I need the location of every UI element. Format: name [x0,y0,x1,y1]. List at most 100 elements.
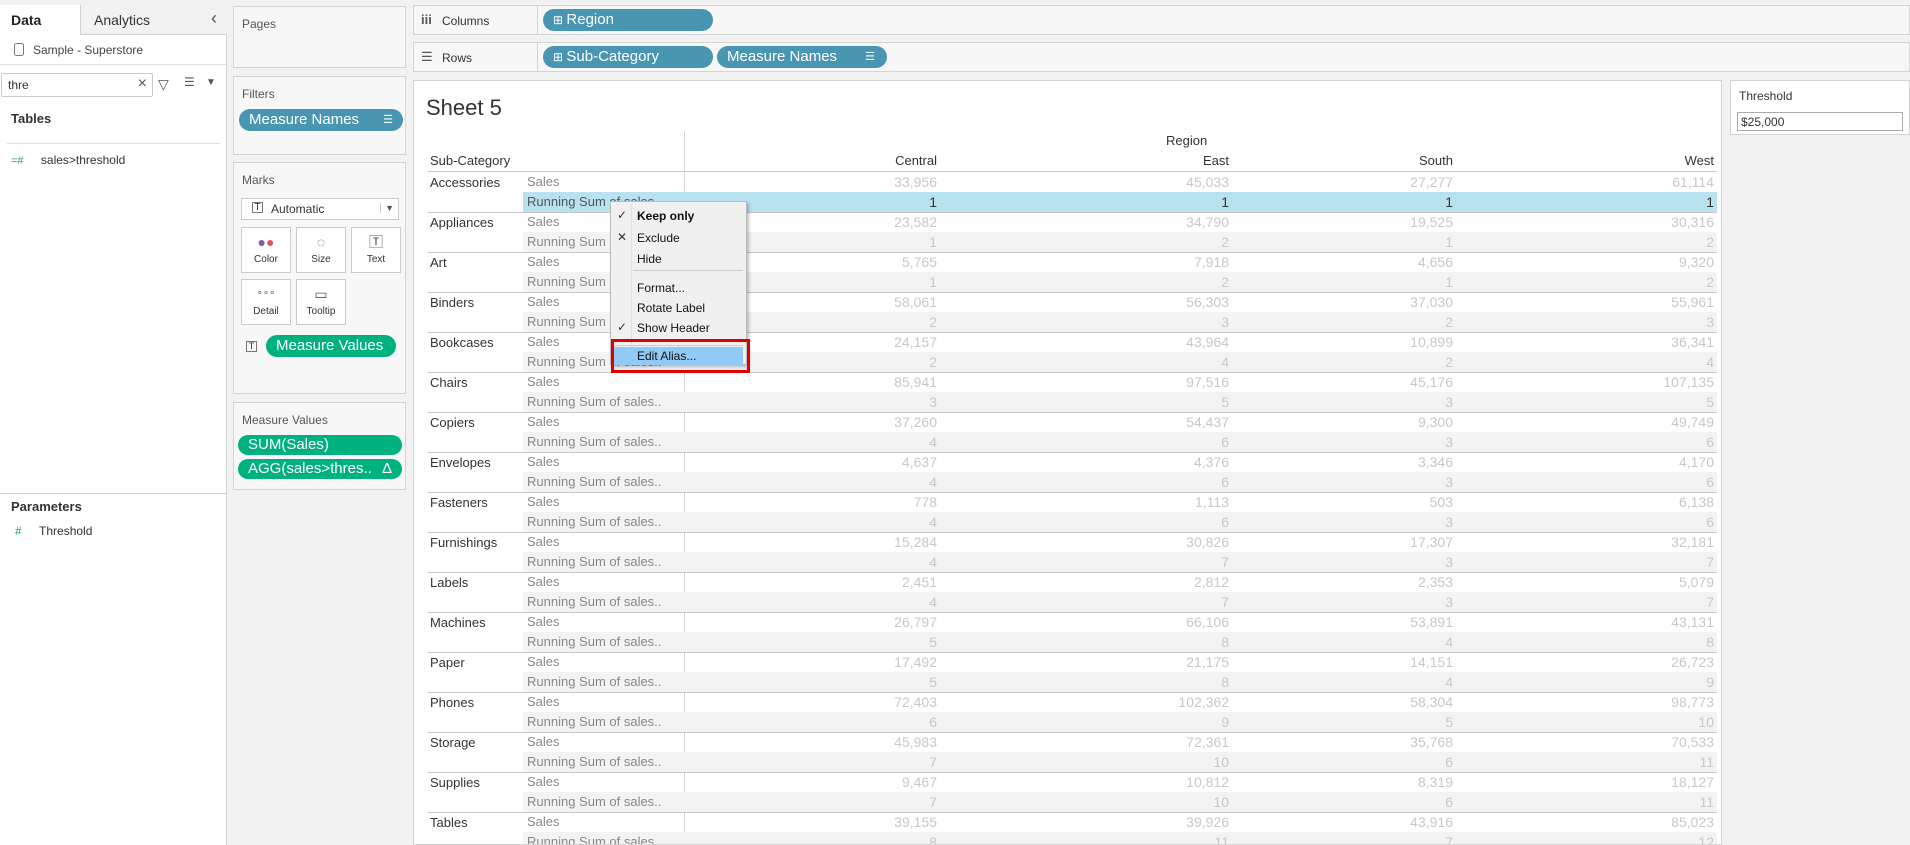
column-header-title[interactable]: Region [1166,133,1207,148]
running-sum-value[interactable]: 2 [1029,272,1229,292]
sales-value[interactable]: 19,525 [1253,212,1453,232]
sales-value[interactable]: 23,582 [737,212,937,232]
running-sum-value[interactable]: 12 [1514,832,1714,844]
sales-value[interactable]: 33,956 [737,172,937,192]
sales-value[interactable]: 778 [737,492,937,512]
running-sum-value[interactable]: 2 [1253,312,1453,332]
running-sum-value[interactable]: 3 [1514,312,1714,332]
region-header-east[interactable]: East [1029,151,1229,171]
sales-value[interactable]: 21,175 [1029,652,1229,672]
running-sum-value[interactable]: 1 [1253,232,1453,252]
sales-value[interactable]: 39,926 [1029,812,1229,832]
sales-value[interactable]: 58,304 [1253,692,1453,712]
running-sum-value[interactable]: 6 [1029,512,1229,532]
view-list-icon[interactable]: ☰ [184,75,195,89]
sales-value[interactable]: 27,277 [1253,172,1453,192]
running-sum-value[interactable]: 7 [1029,592,1229,612]
running-sum-value[interactable]: 2 [1514,272,1714,292]
region-header-west[interactable]: West [1514,151,1714,171]
running-sum-value[interactable]: 9 [1514,672,1714,692]
running-sum-value[interactable]: 11 [1514,792,1714,812]
running-sum-value[interactable]: 4 [1253,672,1453,692]
category-label[interactable]: Fasteners [430,493,488,513]
running-sum-value[interactable]: 3 [1253,432,1453,452]
sales-value[interactable]: 36,341 [1514,332,1714,352]
running-sum-value[interactable]: 6 [1514,512,1714,532]
rows-pill-measure-names[interactable]: Measure Names ☰ [717,46,887,68]
running-sum-value[interactable]: 4 [737,592,937,612]
running-sum-value[interactable]: 11 [1029,832,1229,844]
sales-value[interactable]: 2,812 [1029,572,1229,592]
running-sum-value[interactable]: 2 [737,352,937,372]
measure-name-label[interactable]: Sales [527,452,682,472]
running-sum-value[interactable]: 2 [1029,232,1229,252]
running-sum-value[interactable]: 2 [737,312,937,332]
running-sum-value[interactable]: 4 [1514,352,1714,372]
running-sum-value[interactable]: 7 [1514,592,1714,612]
running-sum-value[interactable]: 3 [1253,552,1453,572]
category-label[interactable]: Bookcases [430,333,494,353]
running-sum-value[interactable]: 10 [1029,752,1229,772]
sales-value[interactable]: 37,030 [1253,292,1453,312]
running-sum-value[interactable]: 3 [1253,512,1453,532]
category-label[interactable]: Tables [430,813,468,833]
category-label[interactable]: Supplies [430,773,480,793]
sales-value[interactable]: 9,320 [1514,252,1714,272]
category-label[interactable]: Binders [430,293,474,313]
sales-value[interactable]: 56,303 [1029,292,1229,312]
sales-value[interactable]: 17,492 [737,652,937,672]
measure-name-label[interactable]: Running Sum of sales.. [527,752,682,772]
measure-name-label[interactable]: Sales [527,652,682,672]
running-sum-value[interactable]: 6 [1253,792,1453,812]
sales-value[interactable]: 32,181 [1514,532,1714,552]
running-sum-value[interactable]: 4 [737,552,937,572]
sales-value[interactable]: 107,135 [1514,372,1714,392]
sales-value[interactable]: 10,899 [1253,332,1453,352]
sales-value[interactable]: 97,516 [1029,372,1229,392]
sales-value[interactable]: 26,723 [1514,652,1714,672]
sales-value[interactable]: 3,346 [1253,452,1453,472]
rows-shelf[interactable]: ☰ Rows ⊞ Sub-Category Measure Names ☰ [413,42,1910,72]
measure-name-label[interactable]: Running Sum of sales.. [527,432,682,452]
sales-value[interactable]: 4,170 [1514,452,1714,472]
region-header-south[interactable]: South [1253,151,1453,171]
running-sum-value[interactable]: 6 [1253,752,1453,772]
running-sum-value[interactable]: 7 [1253,832,1453,844]
sales-value[interactable]: 503 [1253,492,1453,512]
sales-value[interactable]: 9,467 [737,772,937,792]
sales-value[interactable]: 18,127 [1514,772,1714,792]
sales-value[interactable]: 26,797 [737,612,937,632]
category-label[interactable]: Furnishings [430,533,497,553]
running-sum-value[interactable]: 7 [1514,552,1714,572]
running-sum-value[interactable]: 1 [737,272,937,292]
sales-value[interactable]: 10,812 [1029,772,1229,792]
filter-pill-measure-names[interactable]: Measure Names ☰ [239,109,403,131]
category-label[interactable]: Envelopes [430,453,491,473]
field-item[interactable]: =# sales>threshold [11,153,125,167]
sales-value[interactable]: 45,176 [1253,372,1453,392]
running-sum-value[interactable]: 1 [1253,192,1453,212]
running-sum-value[interactable]: 8 [737,832,937,844]
measure-name-label[interactable]: Running Sum of sales.. [527,712,682,732]
sales-value[interactable]: 70,533 [1514,732,1714,752]
size-button[interactable]: ◌ Size [296,227,346,273]
sales-value[interactable]: 61,114 [1514,172,1714,192]
running-sum-value[interactable]: 1 [1029,192,1229,212]
sales-value[interactable]: 72,361 [1029,732,1229,752]
sales-value[interactable]: 98,773 [1514,692,1714,712]
running-sum-value[interactable]: 8 [1514,632,1714,652]
sales-value[interactable]: 4,376 [1029,452,1229,472]
category-label[interactable]: Storage [430,733,476,753]
collapse-icon[interactable]: ‹ [211,8,217,29]
measure-name-label[interactable]: Sales [527,612,682,632]
sales-value[interactable]: 54,437 [1029,412,1229,432]
category-label[interactable]: Appliances [430,213,494,233]
sales-value[interactable]: 39,155 [737,812,937,832]
measure-name-label[interactable]: Running Sum of sales.. [527,552,682,572]
menu-item-show-header[interactable]: ✓ Show Header [613,319,743,337]
sales-value[interactable]: 85,023 [1514,812,1714,832]
measure-name-label[interactable]: Running Sum of sales.. [527,792,682,812]
tab-analytics[interactable]: Analytics ‹ [80,5,227,35]
running-sum-value[interactable]: 3 [1253,392,1453,412]
running-sum-value[interactable]: 5 [1029,392,1229,412]
